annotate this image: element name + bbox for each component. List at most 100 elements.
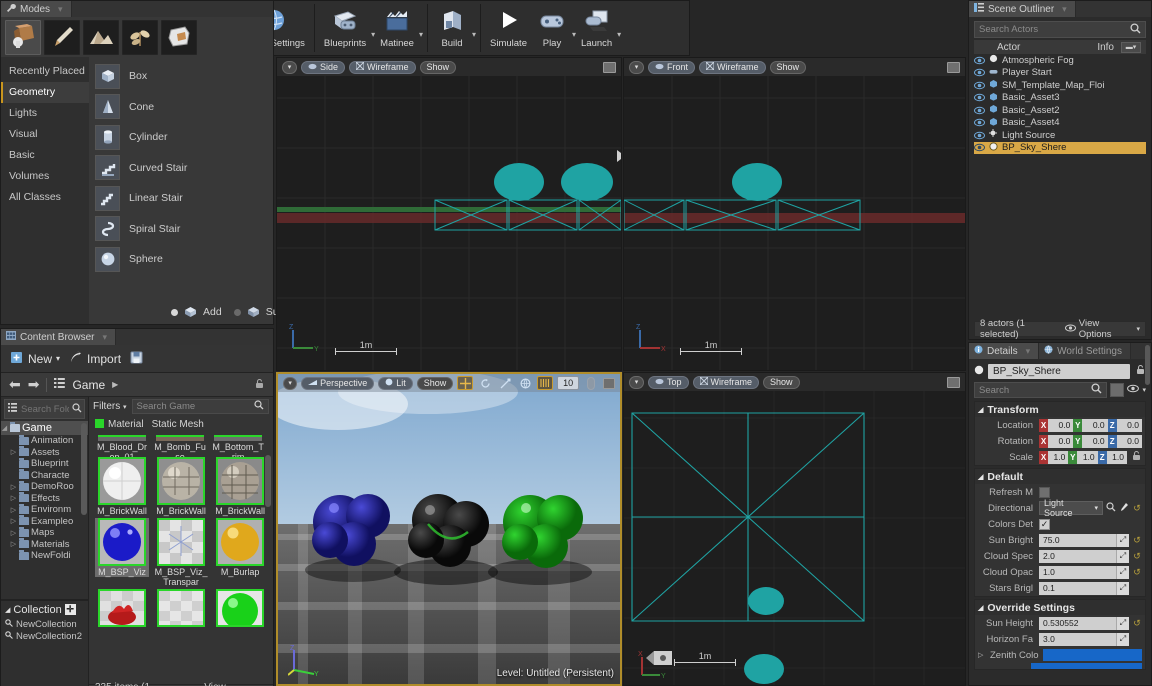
location-x-field[interactable]: 0.0 [1048,419,1073,432]
browse-search-icon[interactable] [1106,502,1116,515]
filter-chip-static-mesh[interactable]: Static Mesh [152,419,204,430]
breadcrumb-chevron-icon[interactable]: ▶ [112,380,118,389]
front-view-type-button[interactable]: Front [648,61,695,74]
refresh-material-checkbox[interactable] [1039,487,1050,498]
tab-close-icon[interactable]: ▾ [1026,346,1031,357]
side-view-type-button[interactable]: Side [301,61,345,74]
details-search-input[interactable]: Search [974,382,1107,398]
category-recently-placed[interactable]: Recently Placed [1,61,89,82]
front-maximize-button[interactable] [947,62,960,73]
viewport-perspective[interactable]: ▾ Perspective Lit Show [276,372,622,686]
outliner-row-basic-asset3[interactable]: Basic_Asset3 [974,92,1146,105]
top-viewport-menu-icon[interactable]: ▾ [629,376,644,389]
cloud-speed-field[interactable]: 2.0 ⤢ [1039,550,1129,563]
collection-item-newcollection[interactable]: NewCollection [1,618,88,630]
directional-light-combo[interactable]: Light Source ▾ [1039,501,1103,515]
play-button[interactable]: Play [532,4,572,52]
new-asset-button[interactable]: New ▾ [9,350,60,368]
category-all-classes[interactable]: All Classes [1,187,89,208]
tab-world-settings[interactable]: World Settings [1039,343,1131,359]
outliner-row-bp-sky-shere[interactable]: BP_Sky_Shere [974,142,1146,155]
visibility-eye-icon[interactable] [974,81,985,90]
paint-mode-button[interactable] [44,20,80,55]
place-item-box[interactable]: Box [89,61,273,92]
scale-y-field[interactable]: 1.0 [1077,451,1097,464]
asset-item-m-green[interactable] [213,589,267,627]
rotation-y-field[interactable]: 0.0 [1082,435,1107,448]
save-all-icon[interactable] [129,350,144,368]
viewport-front[interactable]: ▾ Front Wireframe Show Z X 1m [623,57,966,371]
outliner-view-options-button[interactable]: View Options ▾ [1065,318,1140,340]
spinner-icon[interactable]: ⤢ [1116,633,1129,646]
details-object-name[interactable]: BP_Sky_Shere [988,364,1130,379]
default-section-header[interactable]: ◢ Default [975,469,1145,484]
outliner-row-player-start[interactable]: Player Start [974,67,1146,80]
tree-row-animation[interactable]: Animation [1,435,88,447]
sun-height-field[interactable]: 0.530552 ⤢ [1039,617,1129,630]
top-view-type-button[interactable]: Top [648,376,689,389]
viewport-side[interactable]: ▾ Side Wireframe Show Z Y 1m [276,57,622,371]
add-collection-button[interactable]: ✛ [65,604,76,615]
grid-snap-value[interactable]: 10 [557,376,579,390]
spinner-icon[interactable]: ⤢ [1116,550,1129,563]
expand-arrow-icon[interactable]: ▷ [978,651,987,659]
viewport-top[interactable]: ▾ Top Wireframe Show X Y 1m [623,372,966,686]
lock-icon[interactable] [254,378,265,392]
perspective-show-menu-button[interactable]: Show [417,377,454,390]
matinee-button[interactable]: Matinee [375,4,419,52]
transform-section-header[interactable]: ◢ Transform [975,402,1145,417]
content-browser-view-options-button[interactable]: View Options ▾ [190,682,267,686]
launch-chevron-down-icon[interactable]: ▾ [617,4,621,52]
place-item-linear-stair[interactable]: Linear Stair [89,183,273,214]
spinner-icon[interactable]: ⤢ [1116,617,1129,630]
visibility-eye-icon[interactable] [974,68,985,77]
outliner-column-options-button[interactable]: ▬▾ [1121,42,1141,53]
tree-row-effects[interactable]: ▷Effects [1,493,88,505]
rotate-gizmo-icon[interactable] [477,376,493,390]
reset-icon[interactable]: ↺ [1132,567,1142,578]
outliner-row-basic-asset2[interactable]: Basic_Asset2 [974,104,1146,117]
stars-brightness-field[interactable]: 0.1 ⤢ [1039,582,1129,595]
next-color-swatch[interactable] [1031,663,1142,669]
place-item-cone[interactable]: Cone [89,92,273,123]
perspective-shading-mode-button[interactable]: Lit [378,377,413,390]
simulate-button[interactable]: Simulate [485,4,532,52]
place-item-curved-stair[interactable]: Curved Stair [89,153,273,184]
visibility-eye-icon[interactable] [974,143,985,152]
expand-arrow-icon[interactable]: ▷ [10,494,17,502]
asset-item-m-burlap[interactable]: M_Burlap [213,518,267,577]
import-button[interactable]: Import [68,350,121,368]
path-list-icon[interactable] [54,378,65,391]
place-item-spiral-stair[interactable]: Spiral Stair [89,214,273,245]
visibility-eye-icon[interactable] [974,118,985,127]
subtract-radio[interactable] [234,309,241,316]
tree-row-character[interactable]: Characte [1,470,88,482]
build-chevron-down-icon[interactable]: ▾ [472,4,476,52]
side-shading-mode-button[interactable]: Wireframe [349,61,416,74]
tree-row-newfolder[interactable]: NewFoldi [1,550,88,562]
top-maximize-button[interactable] [947,377,960,388]
asset-item-m-brickwall-2[interactable]: M_BrickWall [154,457,208,516]
side-viewport-menu-icon[interactable]: ▾ [282,61,297,74]
filters-button[interactable]: Filters ▾ [93,401,127,412]
asset-item-m-brickwall-3[interactable]: M_BrickWall [213,457,267,516]
perspective-viewport-menu-icon[interactable]: ▾ [283,377,297,390]
tab-close-icon[interactable]: ▾ [58,4,63,15]
asset-item-m-brickwall-1[interactable]: M_BrickWall [95,457,149,516]
expand-arrow-icon[interactable]: ▷ [10,448,17,456]
tab-close-icon[interactable]: ▾ [1062,4,1067,15]
tree-row-environment[interactable]: ▷Environm [1,504,88,516]
landscape-mode-button[interactable] [83,20,119,55]
blueprints-button[interactable]: Blueprints [319,4,371,52]
tab-scene-outliner[interactable]: Scene Outliner ▾ [969,1,1076,17]
scale-gizmo-icon[interactable] [497,376,513,390]
location-y-field[interactable]: 0.0 [1082,419,1107,432]
category-visual[interactable]: Visual [1,124,89,145]
surface-snap-icon[interactable] [537,376,553,390]
folder-search-input[interactable] [21,404,69,415]
expand-arrow-icon[interactable]: ▷ [10,506,17,514]
rotation-z-field[interactable]: 0.0 [1117,435,1142,448]
front-show-menu-button[interactable]: Show [770,61,807,74]
scale-lock-icon[interactable] [1130,450,1142,464]
tab-close-icon[interactable]: ▾ [102,332,107,343]
